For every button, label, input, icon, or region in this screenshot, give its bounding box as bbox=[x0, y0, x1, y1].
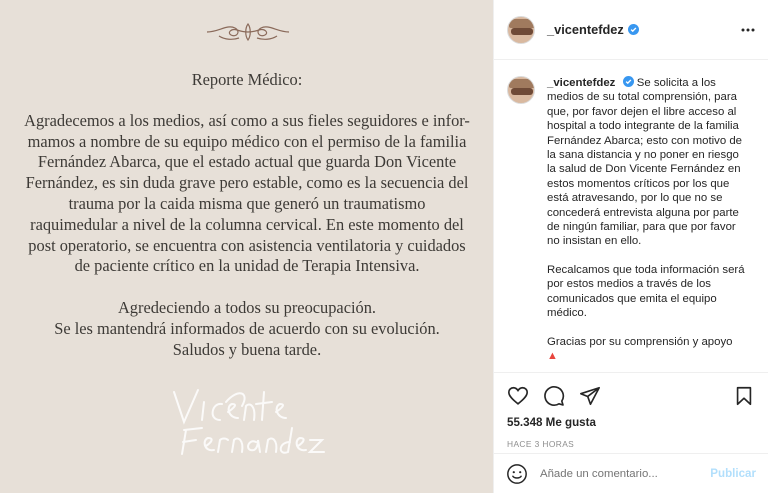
report-line: Se les mantendrá informados de acuerdo c… bbox=[54, 318, 440, 338]
caption-line: de ningún familiar, para que por favor bbox=[547, 221, 736, 234]
post-actions: 55.348 Me gusta HACE 3 HORAS bbox=[494, 372, 768, 449]
verified-badge-icon bbox=[627, 24, 639, 35]
caption-line: concederá entrevista alguna por parte bbox=[547, 206, 739, 219]
avatar-face-shape bbox=[511, 88, 533, 95]
report-closing: Agredeciendo a todos su preocupación. Se… bbox=[12, 298, 482, 360]
comment-icon[interactable] bbox=[543, 385, 565, 407]
publish-button[interactable]: Publicar bbox=[710, 467, 756, 480]
caption-line: medios de su total comprensión, para bbox=[547, 91, 737, 104]
avatar[interactable] bbox=[507, 76, 535, 104]
caption-line: Recalcamos que toda información será bbox=[547, 263, 745, 276]
report-title: Reporte Médico: bbox=[191, 70, 303, 89]
caption-line: no insistan en ello. bbox=[547, 235, 642, 248]
report-line: raquimedular a nivel de la columna cervi… bbox=[30, 214, 464, 234]
caption-paragraph: Recalcamos que toda información será por… bbox=[547, 263, 754, 321]
post-image[interactable]: Reporte Médico: Agradecemos a los medios… bbox=[0, 0, 494, 493]
caption: _vicentefdez Se solicita a los medios de… bbox=[494, 60, 768, 372]
caption-paragraph: _vicentefdez Se solicita a los medios de… bbox=[547, 76, 754, 249]
caption-paragraph: Gracias por su comprensión y apoyo ▲ bbox=[547, 335, 754, 364]
caption-first-line: _vicentefdez Se solicita a los bbox=[547, 76, 754, 90]
partial-emoji-icon: ▲ bbox=[547, 349, 558, 362]
signature-logo bbox=[173, 389, 325, 455]
report-line: Agredeciendo a todos su preocupación. bbox=[117, 298, 377, 318]
avatar-face-shape bbox=[511, 27, 533, 35]
report-line: Fernández, es sin duda grave pero establ… bbox=[25, 173, 469, 193]
caption-line: Fernández Abarca; esto con motivo de bbox=[547, 134, 743, 147]
likes-count[interactable]: 55.348 Me gusta bbox=[507, 416, 755, 429]
report-line: mamos a nombre de su equipo médico con e… bbox=[27, 131, 467, 151]
post-header: _vicentefdez bbox=[494, 0, 768, 60]
instagram-post: Reporte Médico: Agradecemos a los medios… bbox=[0, 0, 768, 493]
post-timestamp[interactable]: HACE 3 HORAS bbox=[507, 439, 755, 449]
avatar[interactable] bbox=[507, 15, 535, 44]
caption-line: Gracias por su comprensión y apoyo bbox=[547, 335, 733, 348]
report-line: Fernández Abarca, que el estado actual q… bbox=[37, 152, 457, 172]
caption-username[interactable]: _vicentefdez bbox=[547, 77, 615, 89]
comment-input[interactable] bbox=[540, 467, 703, 480]
caption-line: la sana distancia y no poner en riesgo bbox=[547, 149, 739, 162]
caption-line: está atravesando, por lo que no se bbox=[547, 192, 723, 205]
caption-line: la salud de Don Vicente Fernández en bbox=[547, 163, 741, 176]
heart-icon[interactable] bbox=[507, 385, 529, 407]
caption-text: _vicentefdez Se solicita a los medios de… bbox=[547, 76, 754, 372]
report-line: post operatorio, se encuentra con asiste… bbox=[28, 235, 466, 255]
post-side-panel: _vicentefdez _vicentefdez Se solicita a … bbox=[494, 0, 768, 493]
ornament-divider-icon bbox=[206, 22, 290, 42]
comment-box: Publicar bbox=[494, 453, 768, 493]
verified-badge-icon bbox=[622, 76, 634, 87]
header-username[interactable]: _vicentefdez bbox=[547, 22, 624, 37]
report-line: trauma por la caida misma que generó un … bbox=[68, 193, 426, 213]
caption-line: que, por favor dejen el libre acceso al bbox=[547, 105, 737, 118]
report-line: Agradecemos a los medios, así como a sus… bbox=[24, 110, 470, 130]
caption-line: médico. bbox=[547, 307, 587, 320]
report-paragraph: Agradecemos a los medios, así como a sus… bbox=[12, 111, 482, 277]
avatar-hat-shape bbox=[509, 79, 534, 88]
caption-line: Se solicita a los bbox=[636, 77, 716, 89]
caption-line: estos momentos críticos por los que bbox=[547, 177, 730, 190]
caption-line: hospital a todo integrante de la familia bbox=[547, 120, 739, 133]
more-options-icon[interactable] bbox=[740, 22, 756, 38]
emoji-icon[interactable] bbox=[506, 463, 528, 485]
report-line: de paciente crítico en la unidad de Tera… bbox=[74, 256, 420, 276]
caption-line: comunicados que emita el equipo bbox=[547, 292, 717, 305]
share-icon[interactable] bbox=[579, 385, 601, 407]
medical-report: Reporte Médico: Agradecemos a los medios… bbox=[12, 70, 482, 382]
action-icons bbox=[507, 381, 755, 411]
avatar-hat-shape bbox=[509, 18, 534, 28]
bookmark-icon[interactable] bbox=[733, 385, 755, 407]
caption-line: por estos medios a través de los bbox=[547, 278, 711, 291]
report-line: Saludos y buena tarde. bbox=[172, 339, 322, 359]
